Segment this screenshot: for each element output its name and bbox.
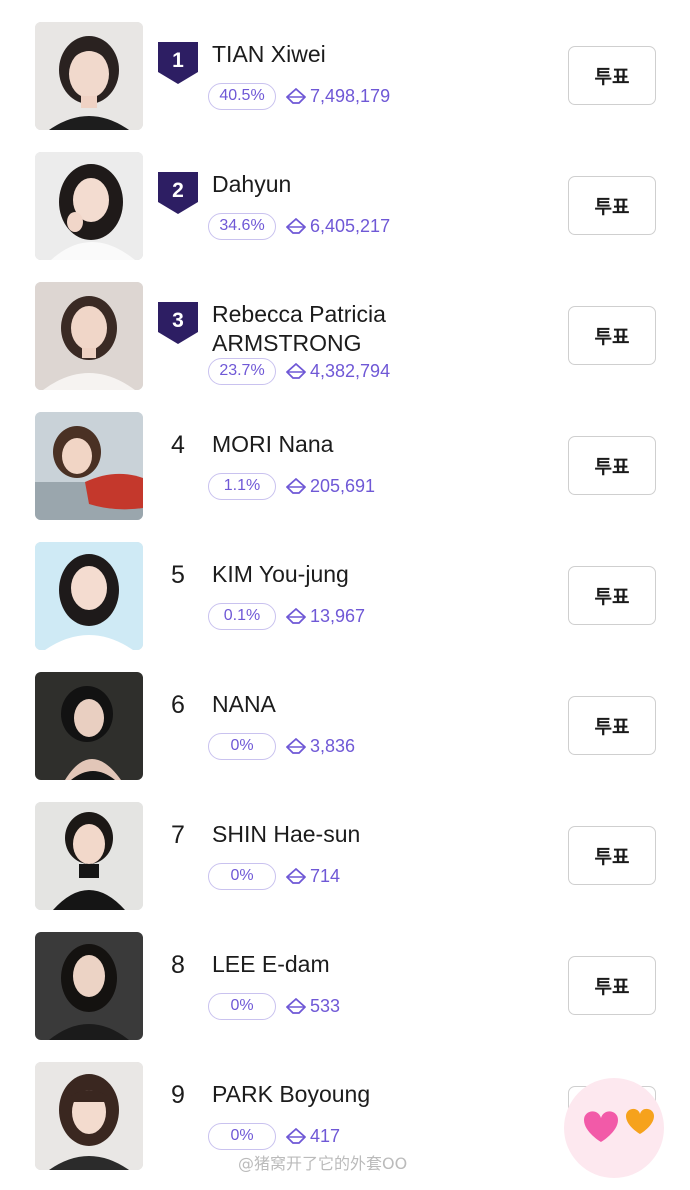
percent-badge: 40.5% (208, 82, 276, 110)
diamond-icon (286, 217, 306, 235)
avatar (35, 412, 143, 520)
vote-button[interactable]: 투표 (568, 696, 656, 755)
candidate-name: Rebecca Patricia ARMSTRONG (212, 300, 512, 358)
vote-stats: 1.1% 205,691 (208, 472, 375, 500)
vote-stats: 23.7% 4,382,794 (208, 357, 390, 385)
vote-stats: 40.5% 7,498,179 (208, 82, 390, 110)
vote-button[interactable]: 투표 (568, 436, 656, 495)
diamond-icon (286, 87, 306, 105)
list-item: 3 Rebecca Patricia ARMSTRONG 23.7% 4,382… (0, 280, 690, 410)
candidate-name: NANA (212, 691, 276, 717)
vote-button[interactable]: 투표 (568, 826, 656, 885)
rank-number: 8 (171, 951, 185, 979)
hearts-reaction-button[interactable] (564, 1078, 664, 1178)
rank-badge: 3 (156, 300, 200, 346)
rank-badge: 1 (156, 40, 200, 86)
avatar-photo (35, 802, 143, 910)
vote-button[interactable]: 투표 (568, 956, 656, 1015)
vote-count: 533 (310, 995, 341, 1016)
percent-badge: 0% (208, 732, 276, 760)
hearts-icon (584, 1108, 654, 1142)
rank-number: 5 (171, 561, 185, 589)
candidate-name: KIM You-jung (212, 561, 349, 587)
avatar-photo (35, 152, 143, 260)
candidate-name: PARK Boyoung (212, 1081, 371, 1107)
percent-badge: 0% (208, 992, 276, 1020)
avatar (35, 672, 143, 780)
vote-stats: 0% 3,836 (208, 732, 355, 760)
vote-stats: 0% 533 (208, 992, 340, 1020)
vote-count: 3,836 (310, 735, 356, 756)
avatar (35, 152, 143, 260)
percent-badge: 0% (208, 862, 276, 890)
avatar (35, 542, 143, 650)
vote-button[interactable]: 투표 (568, 176, 656, 235)
vote-stats: 34.6% 6,405,217 (208, 212, 390, 240)
rank-number: 3 (172, 309, 184, 332)
list-item: 4 MORI Nana 1.1% 205,691 투표 (0, 410, 690, 540)
rank-number: 9 (171, 1081, 185, 1109)
list-item: 6 NANA 0% 3,836 투표 (0, 670, 690, 800)
vote-stats: 0% 417 (208, 1122, 340, 1150)
list-item: 1 TIAN Xiwei 40.5% 7,498,179 투표 (0, 20, 690, 150)
vote-stats: 0% 714 (208, 862, 340, 890)
rank-number: 6 (171, 691, 185, 719)
vote-count: 714 (310, 865, 341, 886)
ranking-list: 1 TIAN Xiwei 40.5% 7,498,179 투표 2 Dahyun… (0, 0, 690, 1190)
candidate-name: SHIN Hae-sun (212, 821, 361, 847)
candidate-name-line2: ARMSTRONG (212, 330, 362, 356)
rank-badge: 2 (156, 170, 200, 216)
diamond-icon (286, 607, 306, 625)
vote-count: 6,405,217 (310, 215, 391, 236)
candidate-name: LEE E-dam (212, 951, 330, 977)
rank-number: 4 (171, 431, 185, 459)
percent-badge: 0% (208, 1122, 276, 1150)
vote-count: 13,967 (310, 605, 366, 626)
avatar (35, 22, 143, 130)
diamond-icon (286, 362, 306, 380)
list-item: 5 KIM You-jung 0.1% 13,967 투표 (0, 540, 690, 670)
candidate-name: MORI Nana (212, 431, 334, 457)
candidate-name-line1: Rebecca Patricia (212, 301, 386, 327)
rank-number: 2 (172, 179, 184, 202)
avatar (35, 932, 143, 1040)
vote-count: 205,691 (310, 475, 376, 496)
avatar (35, 282, 143, 390)
percent-badge: 0.1% (208, 602, 276, 630)
percent-badge: 23.7% (208, 357, 276, 385)
percent-badge: 34.6% (208, 212, 276, 240)
vote-stats: 0.1% 13,967 (208, 602, 365, 630)
vote-button[interactable]: 투표 (568, 566, 656, 625)
avatar-photo (35, 412, 143, 520)
rank-number: 7 (171, 821, 185, 849)
avatar-photo (35, 282, 143, 390)
vote-button[interactable]: 투표 (568, 46, 656, 105)
diamond-icon (286, 867, 306, 885)
diamond-icon (286, 997, 306, 1015)
avatar (35, 802, 143, 910)
list-item: 8 LEE E-dam 0% 533 투표 (0, 930, 690, 1060)
list-item: 2 Dahyun 34.6% 6,405,217 투표 (0, 150, 690, 280)
diamond-icon (286, 477, 306, 495)
candidate-name: TIAN Xiwei (212, 41, 326, 67)
avatar-photo (35, 1062, 143, 1170)
vote-button[interactable]: 투표 (568, 306, 656, 365)
percent-badge: 1.1% (208, 472, 276, 500)
watermark: @猪窝开了它的外套OO (238, 1154, 408, 1173)
vote-count: 417 (310, 1125, 341, 1146)
diamond-icon (286, 1127, 306, 1145)
diamond-icon (286, 737, 306, 755)
list-item: 7 SHIN Hae-sun 0% 714 투표 (0, 800, 690, 930)
vote-count: 7,498,179 (310, 85, 391, 106)
avatar-photo (35, 932, 143, 1040)
candidate-name: Dahyun (212, 171, 292, 197)
avatar-photo (35, 22, 143, 130)
avatar-photo (35, 672, 143, 780)
avatar (35, 1062, 143, 1170)
rank-number: 1 (172, 49, 184, 72)
avatar-photo (35, 542, 143, 650)
vote-count: 4,382,794 (310, 360, 391, 381)
